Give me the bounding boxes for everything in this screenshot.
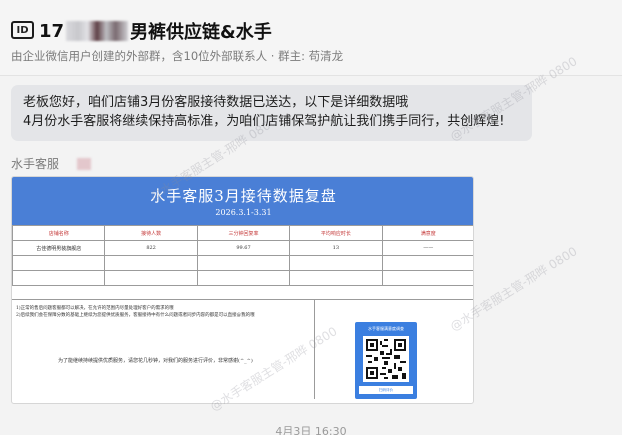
- qr-title: 水手客服满意度调查: [368, 326, 404, 331]
- thanks-text: 为了能继续持续提供优质服务，请您花几秒钟，对我们的服务进行评价，非常感谢(^_^…: [58, 358, 253, 364]
- table-header-cell: 接待人数: [104, 225, 198, 241]
- chat-title-suffix: 男裤供应链&水手: [130, 22, 272, 43]
- report-table: 店铺名称 接待人数 三分钟回复率 平均响应时长 满意度 古佳德明男装旗舰店 82…: [12, 225, 473, 286]
- chat-title-prefix: 17: [39, 20, 65, 42]
- note-line: 1)正常的售后问题客服都可以解决，在允许的范围内尽量处理好客户的需求的哦: [16, 306, 174, 311]
- message-timestamp: 4月3日 16:30: [275, 425, 347, 435]
- sender-label: 水手客服: [11, 157, 60, 171]
- table-header-cell: 三分钟回复率: [196, 225, 291, 241]
- message-line: 4月份水手客服将继续保持高标准，为咱们店铺保驾护航让我们携手同行，共创辉煌!: [23, 114, 505, 129]
- redacted-avatar: [77, 157, 92, 170]
- table-cell: 古佳德明男装旗舰店: [12, 240, 106, 256]
- table-header-row: 店铺名称 接待人数 三分钟回复率 平均响应时长 满意度: [12, 225, 473, 241]
- table-cell: 13: [289, 240, 383, 256]
- note-line: 2)后续我们会在保障分数的基础上继续为您提供优质服务，客服接待中有什么问题或者同…: [16, 313, 255, 318]
- divider: [12, 299, 473, 300]
- table-header-cell: 满意度: [381, 225, 473, 241]
- qr-footer: 扫码评价: [359, 386, 413, 394]
- table-row: 古佳德明男装旗舰店 822 99.67 13 ——: [12, 240, 473, 256]
- table-row: [12, 255, 473, 271]
- qr-code-icon: [363, 336, 409, 382]
- chat-subtitle: 由企业微信用户创建的外部群，含10位外部联系人 · 群主: 苟清龙: [11, 49, 344, 63]
- message-line: 老板您好，咱们店铺3月份客服接待数据已送达，以下是详细数据哦: [23, 95, 409, 110]
- report-image[interactable]: 水手客服3月接待数据复盘 2026.3.1-3.31 店铺名称 接待人数 三分钟…: [11, 176, 474, 404]
- report-title: 水手客服3月接待数据复盘: [150, 187, 337, 205]
- chat-header: ID 17 男裤供应链&水手 由企业微信用户创建的外部群，含10位外部联系人 ·…: [0, 0, 622, 76]
- report-date: 2026.3.1-3.31: [215, 208, 272, 217]
- sender-name[interactable]: 水手客服: [11, 155, 92, 172]
- table-header-cell: 店铺名称: [12, 225, 106, 241]
- qr-card: 水手客服满意度调查 扫码评价: [355, 322, 417, 399]
- redacted-name: [66, 21, 129, 41]
- table-cell: ——: [381, 240, 473, 256]
- table-cell: 822: [104, 240, 198, 256]
- report-banner: 水手客服3月接待数据复盘 2026.3.1-3.31: [12, 177, 473, 225]
- report-notes: 1)正常的售后问题客服都可以解决，在允许的范围内尽量处理好客户的需求的哦 2)后…: [16, 305, 255, 319]
- table-header-cell: 平均响应时长: [289, 225, 383, 241]
- message-bubble[interactable]: 老板您好，咱们店铺3月份客服接待数据已送达，以下是详细数据哦 4月份水手客服将继…: [11, 85, 532, 141]
- table-row: [12, 270, 473, 286]
- chat-title[interactable]: 17 男裤供应链&水手: [39, 18, 272, 44]
- divider: [314, 299, 315, 399]
- table-cell: 99.67: [196, 240, 291, 256]
- id-icon: ID: [11, 21, 34, 39]
